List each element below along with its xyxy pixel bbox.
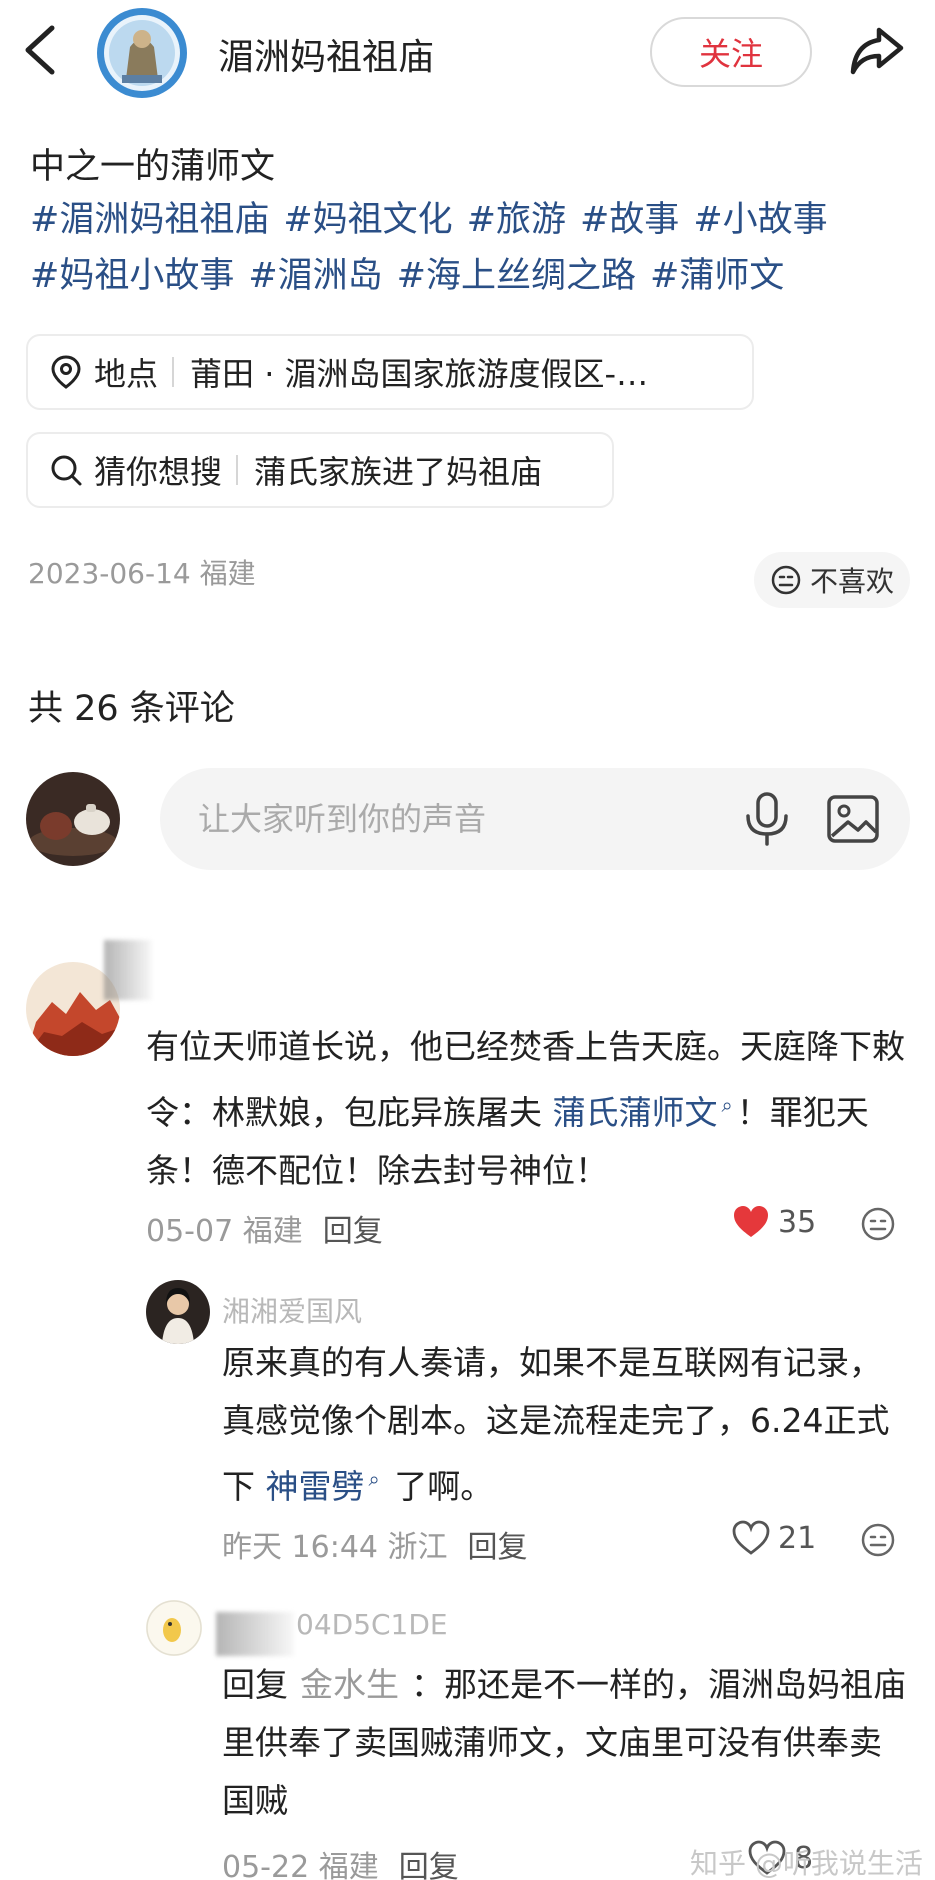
post-body-text: 中之一的蒲师文 [30,147,276,187]
dislike-button[interactable]: 不喜欢 [754,552,910,608]
like-count: 35 [778,1204,817,1240]
divider [172,357,175,387]
hashtag-link[interactable]: #湄洲妈祖祖庙 [30,200,269,240]
location-chip[interactable]: 地点 莆田 · 湄洲岛国家旅游度假区-… [26,334,754,410]
comment-input-box[interactable] [160,768,910,870]
hashtag-link[interactable]: #故事 [580,200,679,240]
hashtag-link[interactable]: #妈祖小故事 [30,256,234,296]
hashtag-link[interactable]: #旅游 [467,200,566,240]
post-date-region: 2023-06-14 福建 [28,557,256,590]
like-button[interactable]: 21 [732,1520,816,1556]
suggested-search-value: 蒲氏家族进了妈祖庙 [254,453,543,491]
suggested-search-label: 猜你想搜 [94,453,223,491]
account-name[interactable]: 湄洲妈祖祖庙 [218,28,434,80]
commenter-username[interactable]: 04D5C1DE [296,1608,448,1641]
microphone-icon [746,792,788,846]
image-upload-button[interactable] [824,790,882,848]
reply-target-username[interactable]: 金水生 [300,1665,399,1704]
redacted-username [216,1612,294,1656]
comment-text: 有位天师道长说，他已经焚香上告天庭。天庭降下敕令：林默娘，包庇异族屠夫 蒲氏蒲师… [146,1027,905,1190]
hashtag-link[interactable]: #妈祖文化 [283,200,452,240]
search-icon: ⌕ [721,1093,733,1117]
hashtag-link[interactable]: #小故事 [693,200,827,240]
hashtag-link[interactable]: #蒲师文 [650,256,784,296]
comment-meta: 昨天 16:44 浙江 回复 [222,1530,528,1565]
back-button[interactable] [18,22,62,78]
comment-input[interactable] [198,800,678,838]
comment-text: 原来真的有人奏请，如果不是互联网有记录，真感觉像个剧本。这是流程走完了，6.24… [222,1343,890,1506]
comment-meta: 05-07 福建 回复 [146,1214,383,1249]
commenter-avatar[interactable] [146,1280,210,1344]
commenter-avatar[interactable] [146,1600,202,1656]
reply-button[interactable]: 回复 [468,1530,528,1565]
location-value: 莆田 · 湄洲岛国家旅游度假区-… [190,355,649,393]
comment-options-button[interactable] [860,1206,896,1246]
temple-logo-icon [97,8,187,98]
search-icon: ⌕ [368,1467,380,1491]
watermark: 知乎 @听我说生活 [690,1847,923,1880]
reply-button[interactable]: 回复 [323,1214,383,1249]
my-avatar [26,772,120,866]
voice-input-button[interactable] [740,790,794,848]
comment-count: 共 26 条评论 [28,689,235,729]
comment-text: 回复 金水生 ：那还是不一样的，湄洲岛妈祖庙里供奉了卖国贼蒲师文，文庙里可没有供奉卖… [222,1665,906,1820]
comment-search-link[interactable]: 神雷劈 [266,1467,365,1506]
redacted-username [104,940,152,1000]
suggested-search-chip[interactable]: 猜你想搜 蒲氏家族进了妈祖庙 [26,432,614,508]
divider [236,455,239,485]
location-label: 地点 [94,355,159,393]
like-button[interactable]: 35 [732,1204,816,1240]
commenter-username[interactable]: 湘湘爱国风 [222,1290,362,1330]
hashtag-link[interactable]: #湄洲岛 [248,256,382,296]
heart-icon [732,1520,770,1555]
back-arrow-icon [25,25,55,75]
post-tags: #湄洲妈祖祖庙 #妈祖文化 #旅游 #故事 #小故事 #妈祖小故事 #湄洲岛 #海上丝绸之路 #… [30,192,910,304]
account-avatar[interactable] [96,7,188,99]
neutral-face-icon [861,1523,895,1557]
follow-button[interactable]: 关注 [650,17,812,87]
heart-icon [734,1206,768,1237]
share-button[interactable] [845,20,907,82]
dislike-label: 不喜欢 [809,565,894,598]
image-icon [827,795,879,843]
comment-options-button[interactable] [860,1522,896,1562]
neutral-face-icon [771,565,801,595]
hashtag-link[interactable]: #海上丝绸之路 [397,256,636,296]
like-count: 21 [778,1520,817,1556]
search-icon [51,455,82,486]
location-pin-icon [51,355,81,389]
share-icon [850,27,904,75]
comment-meta: 05-22 福建 回复 [222,1842,459,1880]
reply-button[interactable]: 回复 [399,1850,459,1880]
neutral-face-icon [861,1207,895,1241]
comment-search-link[interactable]: 蒲氏蒲师文 [553,1093,718,1132]
